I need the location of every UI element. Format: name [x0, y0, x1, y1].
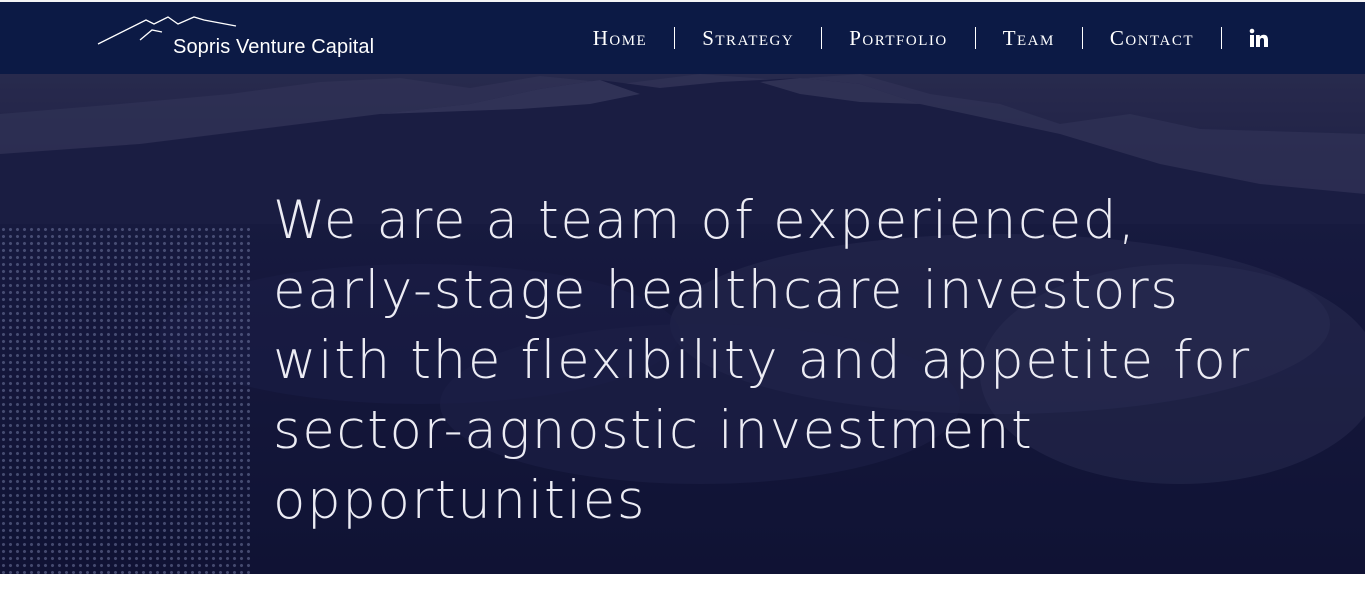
nav-team[interactable]: Team: [1003, 26, 1055, 51]
nav-divider: [1081, 27, 1083, 49]
hero-headline: We are a team of experienced, early-stag…: [273, 190, 1251, 531]
main-nav: Home Strategy Portfolio Team Contact: [593, 2, 1269, 74]
logo-link[interactable]: Sopris Venture Capital: [96, 12, 396, 64]
nav-portfolio[interactable]: Portfolio: [849, 26, 947, 51]
nav-divider: [1221, 27, 1222, 49]
dot-pattern: [0, 226, 250, 574]
nav-divider: [974, 27, 976, 49]
linkedin-icon[interactable]: [1249, 28, 1269, 48]
site-header: Sopris Venture Capital Home Strategy Por…: [0, 2, 1365, 74]
page-bottom-strip: [0, 574, 1365, 592]
nav-strategy[interactable]: Strategy: [702, 26, 794, 51]
nav-contact[interactable]: Contact: [1110, 26, 1194, 51]
nav-divider: [674, 27, 676, 49]
nav-divider: [821, 27, 823, 49]
hero-section: We are a team of experienced, early-stag…: [0, 74, 1365, 574]
nav-home[interactable]: Home: [593, 26, 648, 51]
brand-name: Sopris Venture Capital: [173, 36, 375, 58]
